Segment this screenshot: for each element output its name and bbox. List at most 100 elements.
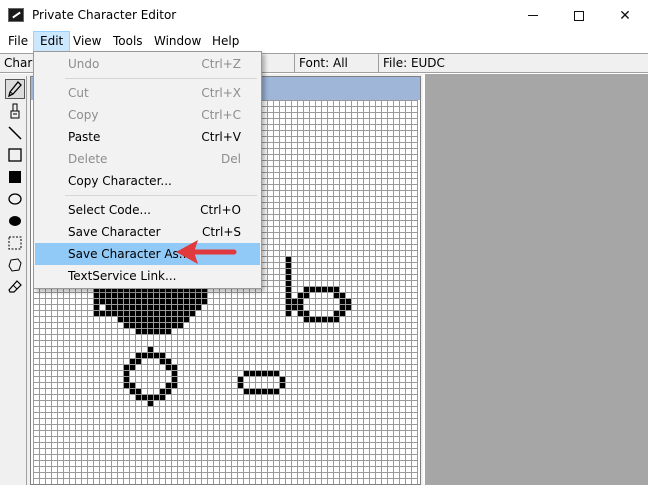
filled-pixel bbox=[94, 305, 99, 310]
menu-view[interactable]: View bbox=[67, 31, 107, 52]
filled-pixel bbox=[256, 389, 261, 394]
filled-pixel bbox=[166, 305, 171, 310]
filled-ellipse-tool[interactable] bbox=[5, 211, 25, 231]
filled-pixel bbox=[184, 305, 189, 310]
filled-pixel bbox=[136, 305, 141, 310]
menu-separator bbox=[65, 195, 257, 196]
filled-pixel bbox=[124, 305, 129, 310]
maximize-button[interactable] bbox=[556, 0, 602, 31]
menu-item-label: Save Character bbox=[68, 225, 161, 239]
filled-pixel bbox=[136, 389, 141, 394]
filled-pixel bbox=[178, 299, 183, 304]
filled-pixel bbox=[172, 293, 177, 298]
hollow-ellipse-icon bbox=[8, 193, 22, 205]
filled-pixel bbox=[142, 323, 147, 328]
filled-pixel bbox=[286, 275, 291, 280]
filled-pixel bbox=[172, 371, 177, 376]
menu-window[interactable]: Window bbox=[148, 31, 207, 52]
filled-pixel bbox=[172, 317, 177, 322]
filled-pixel bbox=[118, 299, 123, 304]
filled-pixel bbox=[118, 311, 123, 316]
filled-pixel bbox=[124, 317, 129, 322]
filled-pixel bbox=[250, 389, 255, 394]
filled-pixel bbox=[340, 305, 345, 310]
close-button[interactable]: ✕ bbox=[602, 0, 648, 31]
brush-tool[interactable] bbox=[5, 101, 25, 121]
filled-pixel bbox=[142, 329, 147, 334]
filled-pixel bbox=[154, 311, 159, 316]
line-tool[interactable] bbox=[5, 123, 25, 143]
filled-pixel bbox=[202, 299, 207, 304]
filled-pixel bbox=[160, 293, 165, 298]
filled-pixel bbox=[286, 269, 291, 274]
filled-pixel bbox=[130, 389, 135, 394]
menu-item-copy-character[interactable]: Copy Character... bbox=[35, 170, 260, 192]
filled-pixel bbox=[166, 299, 171, 304]
filled-pixel bbox=[316, 287, 321, 292]
filled-pixel bbox=[298, 299, 303, 304]
filled-pixel bbox=[142, 311, 147, 316]
menu-item-shortcut: Del bbox=[221, 152, 241, 166]
menu-item-copy[interactable]: Copy Ctrl+C bbox=[35, 104, 260, 126]
filled-pixel bbox=[178, 293, 183, 298]
filled-rectangle-tool[interactable] bbox=[5, 167, 25, 187]
filled-pixel bbox=[160, 305, 165, 310]
filled-pixel bbox=[154, 305, 159, 310]
menu-help[interactable]: Help bbox=[206, 31, 245, 52]
menu-item-paste[interactable]: Paste Ctrl+V bbox=[35, 126, 260, 148]
menu-item-label: Cut bbox=[68, 86, 89, 100]
menu-item-select-code[interactable]: Select Code... Ctrl+O bbox=[35, 199, 260, 221]
hollow-ellipse-tool[interactable] bbox=[5, 189, 25, 209]
filled-pixel bbox=[148, 329, 153, 334]
filled-pixel bbox=[118, 305, 123, 310]
minimize-button[interactable] bbox=[510, 0, 556, 31]
filled-pixel bbox=[196, 299, 201, 304]
freeform-selection-icon bbox=[8, 258, 22, 272]
filled-pixel bbox=[274, 389, 279, 394]
filled-pixel bbox=[142, 293, 147, 298]
menu-item-undo[interactable]: Undo Ctrl+Z bbox=[35, 53, 260, 75]
filled-pixel bbox=[256, 371, 261, 376]
pencil-tool[interactable] bbox=[5, 79, 25, 99]
filled-pixel bbox=[154, 323, 159, 328]
filled-pixel bbox=[94, 299, 99, 304]
filled-pixel bbox=[304, 317, 309, 322]
filled-pixel bbox=[136, 317, 141, 322]
menu-item-delete[interactable]: Delete Del bbox=[35, 148, 260, 170]
menu-edit[interactable]: Edit bbox=[33, 31, 71, 52]
menu-file[interactable]: File bbox=[2, 31, 34, 52]
menu-item-cut[interactable]: Cut Ctrl+X bbox=[35, 82, 260, 104]
filled-pixel bbox=[166, 383, 171, 388]
rectangular-selection-tool[interactable] bbox=[5, 233, 25, 253]
freeform-selection-tool[interactable] bbox=[5, 255, 25, 275]
filled-pixel bbox=[136, 395, 141, 400]
filled-pixel bbox=[172, 377, 177, 382]
eraser-tool[interactable] bbox=[5, 277, 25, 297]
filled-pixel bbox=[148, 353, 153, 358]
filled-pixel bbox=[124, 383, 129, 388]
filled-pixel bbox=[142, 395, 147, 400]
menu-item-shortcut: Ctrl+V bbox=[201, 130, 241, 144]
filled-pixel bbox=[124, 377, 129, 382]
filled-pixel bbox=[292, 299, 297, 304]
filled-pixel bbox=[286, 287, 291, 292]
filled-pixel bbox=[100, 311, 105, 316]
menu-item-textservice-link[interactable]: TextService Link... bbox=[35, 265, 260, 287]
filled-pixel bbox=[196, 293, 201, 298]
filled-pixel bbox=[172, 311, 177, 316]
filled-pixel bbox=[190, 293, 195, 298]
filled-pixel bbox=[286, 293, 291, 298]
menu-item-shortcut: Ctrl+X bbox=[201, 86, 241, 100]
filled-pixel bbox=[124, 323, 129, 328]
filled-pixel bbox=[304, 287, 309, 292]
filled-pixel bbox=[130, 299, 135, 304]
menu-tools[interactable]: Tools bbox=[107, 31, 149, 52]
toolbox bbox=[3, 76, 27, 485]
filled-pixel bbox=[160, 389, 165, 394]
filled-pixel bbox=[286, 311, 291, 316]
filled-pixel bbox=[100, 293, 105, 298]
filled-pixel bbox=[178, 305, 183, 310]
filled-pixel bbox=[178, 317, 183, 322]
hollow-rectangle-tool[interactable] bbox=[5, 145, 25, 165]
filled-pixel bbox=[190, 311, 195, 316]
